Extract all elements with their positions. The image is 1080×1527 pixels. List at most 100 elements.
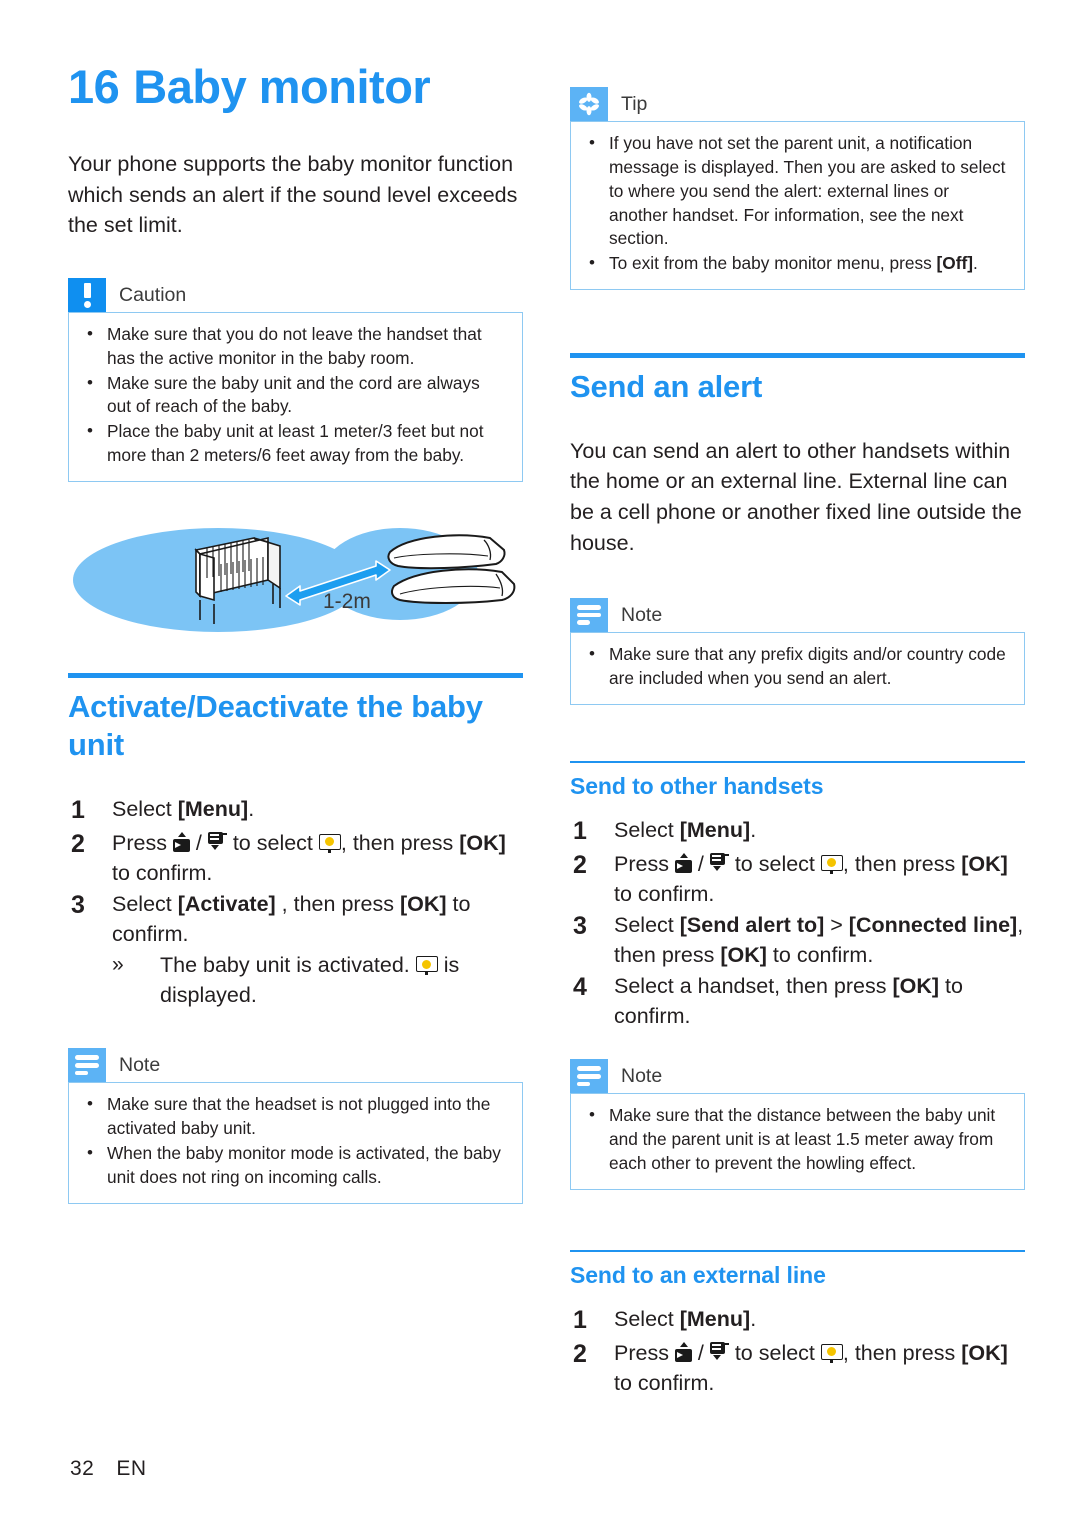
- handsets-note-title: Note: [621, 1065, 663, 1088]
- send-handsets-steps: 1 Select [Menu]. 2 Press / to select , then…: [570, 815, 1025, 1032]
- handsets-note-callout: Note Make sure that the distance between…: [570, 1059, 1025, 1190]
- step-number: 1: [573, 1305, 587, 1334]
- send-alert-note-list: Make sure that any prefix digits and/or …: [585, 642, 1010, 691]
- caution-list: Make sure that you do not leave the hand…: [83, 322, 508, 468]
- send-alert-heading: Send an alert: [570, 369, 763, 405]
- step-number: 2: [573, 1339, 587, 1368]
- ui-key-label: [Send alert to]: [679, 912, 825, 937]
- caution-header: Caution: [68, 277, 523, 312]
- key-down-icon: [709, 1341, 729, 1363]
- step-item: 2 Press / to select , then press [OK] to …: [570, 1338, 1025, 1398]
- caution-callout: Caution Make sure that you do not leave …: [68, 277, 523, 483]
- distance-label: 1-2m: [323, 590, 371, 613]
- step-text: Select [Activate] , then press [OK] to c…: [112, 892, 471, 947]
- h2-rule-send-alert: [570, 353, 1025, 359]
- tip-title: Tip: [621, 93, 648, 115]
- callout-bullet: If you have not set the parent unit, a n…: [585, 131, 1010, 251]
- asterisk-glyph: [579, 92, 599, 116]
- send-alert-body: You can send an alert to other handsets …: [570, 438, 1022, 555]
- key-down-icon: [207, 831, 227, 853]
- ui-key-label: [OK]: [459, 830, 506, 855]
- sub-step-marker: »: [112, 953, 124, 977]
- step-number: 3: [573, 911, 587, 940]
- sub-step-item: » The baby unit is activated. is displaye…: [112, 950, 523, 1010]
- left-note-header: Note: [68, 1048, 523, 1083]
- callout-bullet: Make sure that the headset is not plugge…: [83, 1092, 508, 1141]
- left-note-list: Make sure that the headset is not plugge…: [83, 1092, 508, 1189]
- tip-list: If you have not set the parent unit, a n…: [585, 131, 1010, 276]
- step-item: 2 Press / to select , then press [OK] to …: [68, 828, 523, 888]
- h3-rule-external: [570, 1249, 1025, 1252]
- ui-key-label: [OK]: [961, 851, 1008, 876]
- send-alert-note-header: Note: [570, 598, 1025, 633]
- send-handsets-heading: Send to other handsets: [570, 772, 824, 799]
- baby-monitor-icon: [820, 854, 843, 874]
- callout-bullet: To exit from the baby monitor menu, pres…: [585, 251, 1010, 276]
- step-number: 1: [573, 816, 587, 845]
- handsets-note-header: Note: [570, 1059, 1025, 1094]
- send-alert-note-title: Note: [621, 604, 663, 627]
- key-down-icon: [709, 852, 729, 874]
- ui-key-label: [Menu]: [679, 817, 751, 842]
- send-external-steps: 1 Select [Menu]. 2 Press / to select , then…: [570, 1304, 1025, 1398]
- ui-key-label: [OK]: [720, 943, 767, 968]
- handsets-note-list: Make sure that the distance between the …: [585, 1103, 1010, 1176]
- callout-bullet: Make sure that you do not leave the hand…: [83, 322, 508, 371]
- step-item: 3 Select [Activate] , then press [OK] to …: [68, 889, 523, 949]
- left-column: 16 Baby monitor Your phone supports the b…: [68, 0, 523, 1204]
- section-send-an-alert: Send an alert You can send an alert to o…: [570, 353, 1025, 705]
- asterisk-icon: [570, 87, 608, 121]
- activate-heading: Activate/Deactivate the baby unit: [68, 689, 483, 762]
- exclamation-icon: [68, 277, 106, 312]
- callout-bullet: Make sure the baby unit and the cord are…: [83, 371, 508, 420]
- footer-language: EN: [116, 1457, 147, 1480]
- ui-key-label: [Menu]: [679, 1306, 751, 1331]
- send-external-heading: Send to an external line: [570, 1261, 826, 1288]
- baby-monitor-icon: [415, 956, 438, 976]
- tip-body: If you have not set the parent unit, a n…: [570, 121, 1025, 291]
- page-title: 16 Baby monitor: [68, 0, 523, 111]
- step-text: Press / to select , then press [OK] to c…: [614, 851, 1008, 906]
- chapter-number: 16: [68, 60, 120, 113]
- section-send-to-other-handsets: Send to other handsets 1 Select [Menu]. 2 P…: [570, 760, 1025, 1190]
- step-item: 1 Select [Menu].: [68, 794, 523, 827]
- h2-rule: [68, 673, 523, 679]
- key-up-icon: [674, 852, 692, 874]
- step-text: Press / to select , then press [OK] to c…: [614, 1340, 1008, 1395]
- baby-monitor-icon: [820, 1343, 843, 1363]
- step-text: Select [Menu].: [614, 1306, 757, 1331]
- section-send-to-external-line: Send to an external line 1 Select [Menu].…: [570, 1249, 1025, 1398]
- step-item: 1 Select [Menu].: [570, 1304, 1025, 1337]
- tip-callout: Tip If you have not set the parent unit,…: [570, 87, 1025, 291]
- ui-key-label: [Off]: [936, 253, 973, 274]
- send-alert-note-callout: Note Make sure that any prefix digits an…: [570, 598, 1025, 705]
- footer-page-number: 32: [70, 1457, 95, 1480]
- key-up-icon: [172, 831, 190, 853]
- caution-title: Caution: [119, 283, 187, 306]
- note-lines-icon: [570, 1059, 608, 1094]
- send-alert-note-body: Make sure that any prefix digits and/or …: [570, 632, 1025, 705]
- intro-paragraph: Your phone supports the baby monitor fun…: [68, 152, 518, 238]
- step-number: 1: [71, 795, 85, 824]
- ui-key-label: [OK]: [400, 892, 447, 917]
- step-item: 1 Select [Menu].: [570, 815, 1025, 848]
- left-note-body: Make sure that the headset is not plugge…: [68, 1082, 523, 1204]
- chapter-title: Baby monitor: [133, 60, 431, 113]
- h3-rule-handsets: [570, 760, 1025, 763]
- step-number: 2: [71, 829, 85, 858]
- step-number: 2: [573, 850, 587, 879]
- step-item: 2 Press / to select , then press [OK] to …: [570, 849, 1025, 909]
- baby-monitor-distance-illustration: 1-2m: [68, 508, 523, 648]
- key-up-icon: [674, 1341, 692, 1363]
- ui-key-label: [Connected line]: [848, 912, 1018, 937]
- note-lines-icon: [68, 1048, 106, 1083]
- step-item: 4 Select a handset, then press [OK] to co…: [570, 971, 1025, 1031]
- ui-key-label: [OK]: [961, 1340, 1008, 1365]
- step-text: Select [Send alert to] > [Connected line…: [614, 912, 1024, 968]
- step-text: Select [Menu].: [614, 817, 757, 842]
- baby-monitor-icon: [318, 833, 341, 853]
- illustration-svg: 1-2m: [73, 528, 516, 633]
- page-footer: 32 EN: [70, 1457, 147, 1481]
- activate-steps: 1 Select [Menu]. 2 Press / to select , then…: [68, 794, 523, 1011]
- sub-step-text: The baby unit is activated. is displayed…: [160, 953, 460, 1008]
